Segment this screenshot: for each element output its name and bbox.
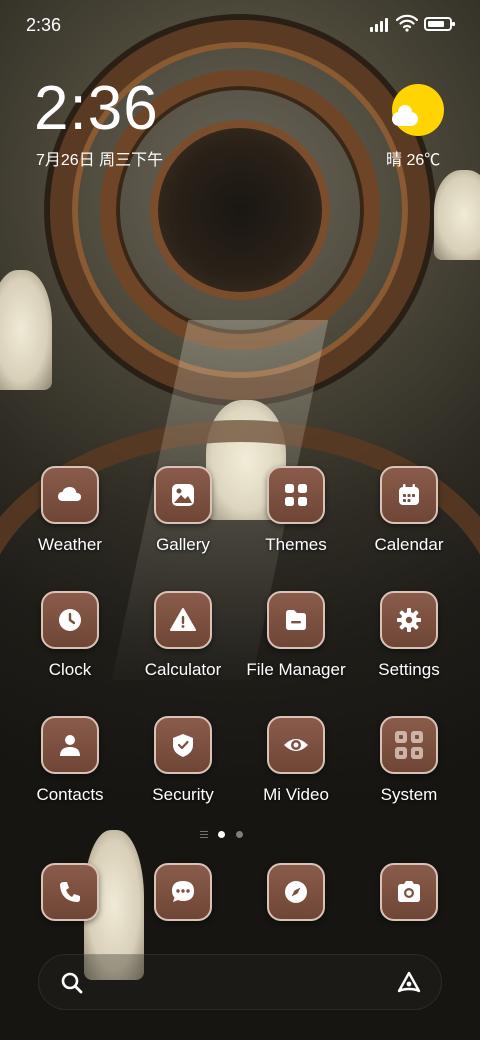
dome-window — [434, 170, 480, 260]
phone-icon — [41, 863, 99, 921]
app-label: Themes — [265, 535, 327, 554]
cloud-icon — [41, 466, 99, 524]
clock-time: 2:36 — [34, 74, 159, 143]
dock-camera[interactable] — [353, 863, 465, 921]
compass-icon — [267, 863, 325, 921]
app-contacts[interactable]: Contacts — [14, 716, 126, 805]
signal-icon — [370, 16, 392, 32]
camera-icon — [380, 863, 438, 921]
page-dot-active[interactable] — [218, 831, 225, 838]
clock-date: 7月26日 周三下午 — [36, 152, 164, 169]
calendar-icon — [380, 466, 438, 524]
battery-icon — [424, 17, 455, 31]
app-mi-video[interactable]: Mi Video — [240, 716, 352, 805]
app-label: Gallery — [156, 535, 210, 554]
person-icon — [41, 716, 99, 774]
eye-icon — [267, 716, 325, 774]
assistant-icon[interactable] — [395, 969, 423, 997]
page-indicator[interactable] — [200, 829, 280, 841]
app-label: Calculator — [144, 660, 222, 679]
app-gallery[interactable]: Gallery — [127, 466, 239, 555]
clock-icon — [41, 591, 99, 649]
folder-grid-icon — [380, 716, 438, 774]
app-label: Security — [152, 785, 214, 804]
dock-browser[interactable] — [240, 863, 352, 921]
cloud-icon — [392, 105, 418, 126]
wifi-icon — [396, 14, 418, 32]
app-settings[interactable]: Settings — [353, 591, 465, 680]
app-themes[interactable]: Themes — [240, 466, 352, 555]
app-label: Contacts — [36, 785, 104, 804]
grid-icon — [267, 466, 325, 524]
shield-icon — [154, 716, 212, 774]
app-clock[interactable]: Clock — [14, 591, 126, 680]
search-icon[interactable] — [59, 970, 85, 996]
app-file-manager[interactable]: File Manager — [240, 591, 352, 680]
gear-icon — [380, 591, 438, 649]
status-bar: 2:36 — [0, 0, 480, 50]
weather-text: 晴 26℃ — [386, 152, 441, 169]
folder-system[interactable]: System — [353, 716, 465, 805]
dome-window — [0, 270, 52, 390]
app-calendar[interactable]: Calendar — [353, 466, 465, 555]
search-bar[interactable] — [38, 954, 442, 1010]
app-label: Mi Video — [263, 785, 329, 804]
app-calculator[interactable]: Calculator — [127, 591, 239, 680]
app-label: Clock — [48, 660, 92, 679]
app-security[interactable]: Security — [127, 716, 239, 805]
app-label: Settings — [378, 660, 440, 679]
app-label: Calendar — [374, 535, 444, 554]
dock-phone[interactable] — [14, 863, 126, 921]
message-icon — [154, 863, 212, 921]
page-dot[interactable] — [236, 831, 243, 838]
dock-messages[interactable] — [127, 863, 239, 921]
app-weather[interactable]: Weather — [14, 466, 126, 555]
warning-icon — [154, 591, 212, 649]
app-list-icon[interactable] — [200, 831, 208, 838]
image-icon — [154, 466, 212, 524]
status-time: 2:36 — [26, 15, 62, 35]
app-label: Weather — [38, 535, 102, 554]
folder-icon — [267, 591, 325, 649]
app-label: File Manager — [246, 660, 346, 679]
app-label: System — [380, 785, 438, 804]
dome-ornament — [150, 120, 330, 300]
